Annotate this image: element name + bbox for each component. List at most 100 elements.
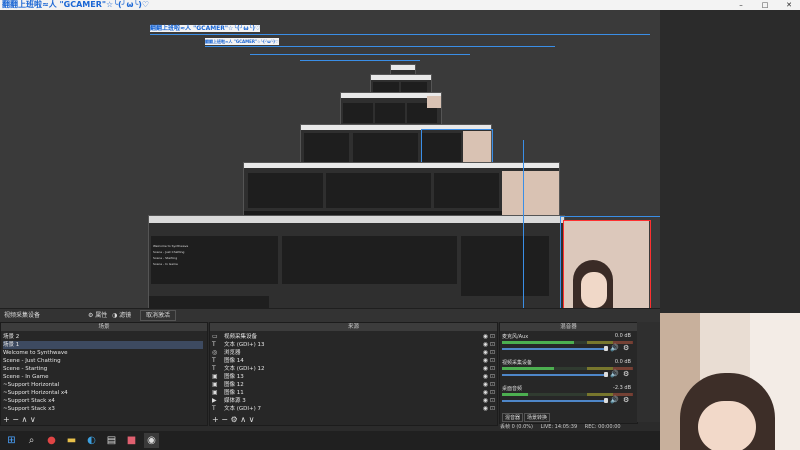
source-name: 文本 (GDI+) 12 xyxy=(224,366,265,372)
lock-icon[interactable]: ⊡ xyxy=(490,333,495,341)
folder-icon[interactable]: ▬ xyxy=(64,433,79,448)
image-icon: ▣ xyxy=(212,381,218,388)
scene-item[interactable]: ~Support Horizontal xyxy=(3,381,203,389)
edge-icon[interactable]: ◐ xyxy=(84,433,99,448)
fader-knob[interactable] xyxy=(604,398,608,403)
nested-rule-3 xyxy=(250,54,470,55)
store-icon[interactable]: ▤ xyxy=(104,433,119,448)
source-item[interactable]: ▣ 图像 12 ◉ ⊡ xyxy=(210,381,497,389)
nested-rule-1 xyxy=(150,34,650,35)
source-item[interactable]: ▣ 图像 13 ◉ ⊡ xyxy=(210,373,497,381)
eye-icon[interactable]: ◉ xyxy=(483,357,488,365)
windows-start-icon[interactable]: ⊞ xyxy=(4,433,19,448)
speaker-icon[interactable]: 🔊 xyxy=(610,396,619,404)
eye-icon[interactable]: ◉ xyxy=(483,405,488,413)
text-icon: T xyxy=(212,357,216,364)
volume-fader[interactable] xyxy=(502,400,607,402)
source-item[interactable]: ▭ 视频采集设备 ◉ ⊡ xyxy=(210,333,497,341)
close-button[interactable]: ✕ xyxy=(778,0,800,10)
source-item[interactable]: ▶ 媒体源 3 ◉ ⊡ xyxy=(210,397,497,405)
camera-icon: ▭ xyxy=(212,333,218,340)
preview-canvas[interactable]: 翻翻上班啦≈人 "GCAMER"☆╰(╯ω╰)♡ 翻翻上班啦≈人 "GCAMER… xyxy=(0,10,660,308)
mixer-tab[interactable]: 混音器 xyxy=(502,413,524,422)
mixer-channel-db: 0.0 dB xyxy=(614,333,631,339)
scenes-footer-controls[interactable]: + − ∧ ∨ xyxy=(3,416,36,424)
app-red-icon[interactable]: ■ xyxy=(124,433,139,448)
lock-icon[interactable]: ⊡ xyxy=(490,357,495,365)
volume-fader[interactable] xyxy=(502,374,607,376)
scene-item[interactable]: ~Support Horizontal x4 xyxy=(3,389,203,397)
scene-item[interactable]: Scene - Starting xyxy=(3,365,203,373)
obs-icon[interactable]: ◉ xyxy=(144,433,159,448)
properties-button[interactable]: ⚙ 属性 xyxy=(88,310,107,321)
lock-icon[interactable]: ⊡ xyxy=(490,373,495,381)
text-icon: T xyxy=(212,365,216,372)
text-icon: T xyxy=(212,405,216,412)
eye-icon[interactable]: ◉ xyxy=(483,341,488,349)
source-item[interactable]: T 文本 (GDI+) 12 ◉ ⊡ xyxy=(210,365,497,373)
scene-item[interactable]: ~Support Stack x3 xyxy=(3,405,203,413)
fader-knob[interactable] xyxy=(604,346,608,351)
eye-icon[interactable]: ◉ xyxy=(483,349,488,357)
lock-icon[interactable]: ⊡ xyxy=(490,397,495,405)
lock-icon[interactable]: ⊡ xyxy=(490,405,495,413)
gear-icon[interactable]: ⚙ xyxy=(623,370,629,378)
mixer-channel-db: -2.3 dB xyxy=(613,385,631,391)
maximize-button[interactable]: □ xyxy=(754,0,776,10)
lock-icon[interactable]: ⊡ xyxy=(490,381,495,389)
eye-icon[interactable]: ◉ xyxy=(483,389,488,397)
scene-item[interactable]: 场景 1 xyxy=(3,341,203,349)
mixer-channel-name: 视频采集设备 xyxy=(502,360,533,366)
sources-footer-controls[interactable]: + − ⚙ ∧ ∨ xyxy=(212,416,254,424)
source-name: 图像 14 xyxy=(224,358,244,364)
eye-icon[interactable]: ◉ xyxy=(483,381,488,389)
eye-icon[interactable]: ◉ xyxy=(483,373,488,381)
lock-icon[interactable]: ⊡ xyxy=(490,389,495,397)
gear-icon[interactable]: ⚙ xyxy=(623,396,629,404)
speaker-icon[interactable]: 🔊 xyxy=(610,344,619,352)
scene-item[interactable]: 场景 2 xyxy=(3,333,203,341)
dropped-frames: 丢帧 0 (0.0%) xyxy=(500,424,533,430)
source-item[interactable]: T 文本 (GDI+) 13 ◉ ⊡ xyxy=(210,341,497,349)
source-name: 浏览器 xyxy=(224,350,241,356)
nested-rule-4 xyxy=(300,60,420,61)
window-title-bar: 翻翻上班啦≈人 "GCAMER"☆╰(╯ω╰)♡ – □ ✕ xyxy=(0,0,800,10)
speaker-icon[interactable]: 🔊 xyxy=(610,370,619,378)
source-item[interactable]: T 文本 (GDI+) 7 ◉ ⊡ xyxy=(210,405,497,413)
browser-icon: ◎ xyxy=(212,349,218,356)
eye-icon[interactable]: ◉ xyxy=(483,333,488,341)
source-name: 文本 (GDI+) 13 xyxy=(224,342,265,348)
selection-box[interactable] xyxy=(563,220,651,308)
mixer-channel-name: 桌面音频 xyxy=(502,386,523,392)
source-item[interactable]: ▣ 图像 11 ◉ ⊡ xyxy=(210,389,497,397)
scene-item[interactable]: Welcome to Synthwave xyxy=(3,349,203,357)
gear-icon[interactable]: ⚙ xyxy=(623,344,629,352)
volume-fader[interactable] xyxy=(502,348,607,350)
search-icon[interactable]: ⌕ xyxy=(24,433,39,448)
minimize-button[interactable]: – xyxy=(730,0,752,10)
window-title: 翻翻上班啦≈人 "GCAMER"☆╰(╯ω╰)♡ xyxy=(2,0,150,9)
scene-item[interactable]: Scene - Just Chatting xyxy=(3,357,203,365)
fader-knob[interactable] xyxy=(604,372,608,377)
filters-button[interactable]: ◑ 滤镜 xyxy=(112,310,131,321)
image-icon: ▣ xyxy=(212,389,218,396)
transitions-tab[interactable]: 场景转换 xyxy=(524,413,551,422)
source-name: 图像 13 xyxy=(224,374,244,380)
eye-icon[interactable]: ◉ xyxy=(483,365,488,373)
source-item[interactable]: ◎ 浏览器 ◉ ⊡ xyxy=(210,349,497,357)
properties-label: 属性 xyxy=(95,312,108,319)
sources-dock: 来源 ▭ 视频采集设备 ◉ ⊡ T 文本 (GDI+) 13 ◉ ⊡ ◎ 浏览器 ◉ ⊡ T 图像 14 ◉… xyxy=(209,322,498,426)
lock-icon[interactable]: ⊡ xyxy=(490,341,495,349)
lock-icon[interactable]: ⊡ xyxy=(490,365,495,373)
browser-red-icon[interactable]: ● xyxy=(44,433,59,448)
source-item[interactable]: T 图像 14 ◉ ⊡ xyxy=(210,357,497,365)
source-name: 图像 11 xyxy=(224,390,244,396)
deactivate-button[interactable]: 取消激活 xyxy=(140,310,177,321)
nested-obs-0: Welcome to Synthwave Scene - Just Chatti… xyxy=(148,215,565,308)
lock-icon[interactable]: ⊡ xyxy=(490,349,495,357)
eye-icon[interactable]: ◉ xyxy=(483,397,488,405)
filters-label: 滤镜 xyxy=(119,312,132,319)
scene-item[interactable]: Scene - In Game xyxy=(3,373,203,381)
scene-item[interactable]: ~Support Stack x4 xyxy=(3,397,203,405)
capture-label: 视频采集设备 xyxy=(4,312,41,319)
